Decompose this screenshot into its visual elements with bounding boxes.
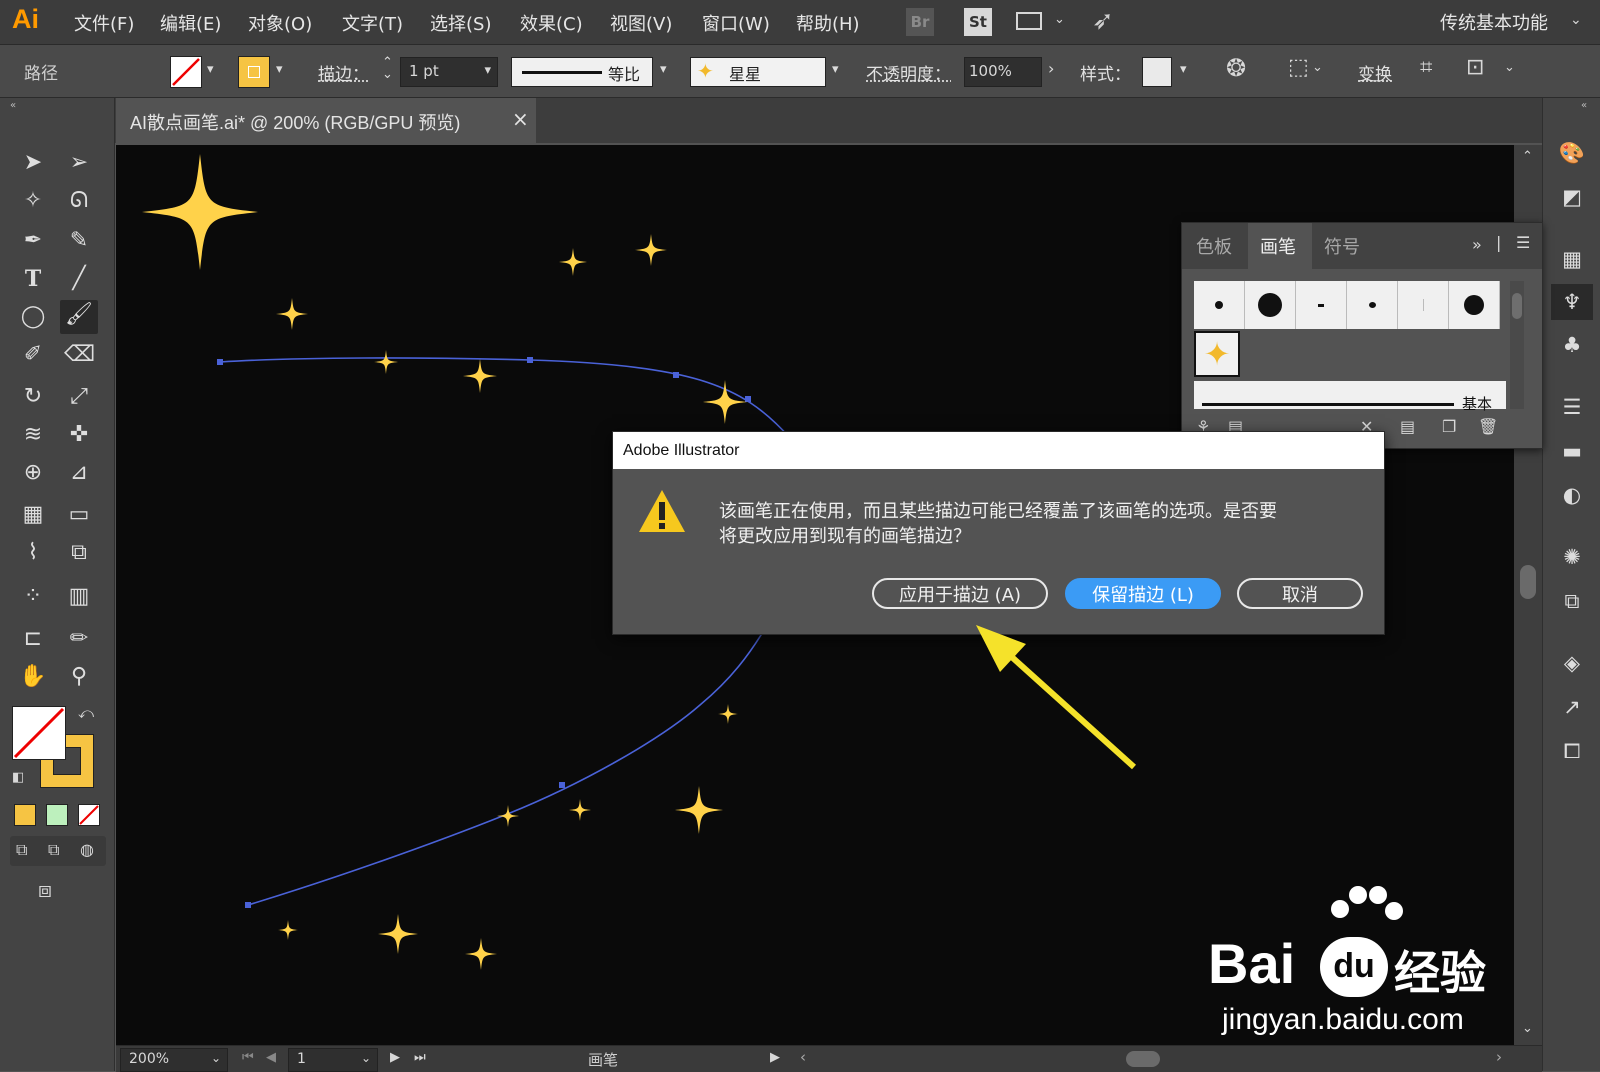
annotation-arrow [976,625,1137,770]
